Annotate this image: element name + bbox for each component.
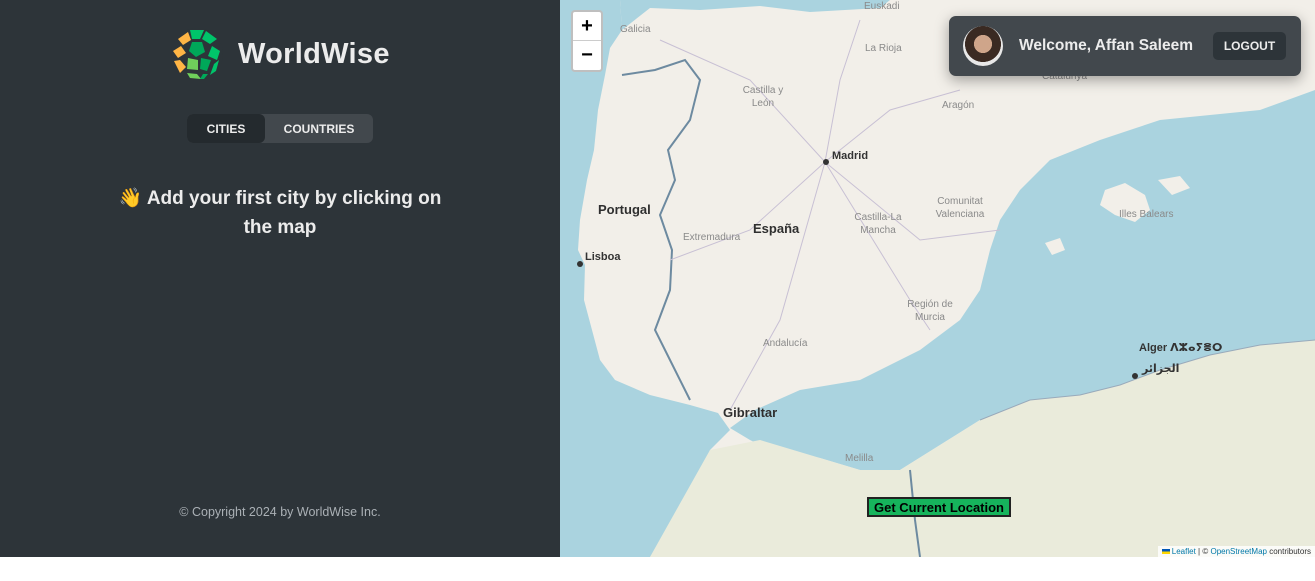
zoom-control: + − xyxy=(571,10,603,72)
attribution-contributors: contributors xyxy=(1269,547,1311,556)
zoom-out-button[interactable]: − xyxy=(573,41,601,70)
map-container[interactable]: Euskadi Galicia La Rioja Castilla y León… xyxy=(560,0,1315,557)
map-label-alger: Alger ⴷⵣⴰⵢⴻⵔ xyxy=(1139,342,1223,354)
map-tiles[interactable] xyxy=(560,0,1315,557)
ukraine-flag-icon xyxy=(1161,549,1170,554)
map-label-portugal: Portugal xyxy=(598,202,651,217)
map-label-al-jazair: الجزائر xyxy=(1142,363,1180,375)
map-label-gibraltar: Gibraltar xyxy=(723,405,778,420)
app-logo[interactable]: WorldWise xyxy=(170,27,390,81)
welcome-text: Welcome, Affan Saleem xyxy=(1019,37,1194,54)
city-marker-madrid xyxy=(823,159,829,165)
map-label-lisboa: Lisboa xyxy=(585,251,621,263)
leaflet-link[interactable]: Leaflet xyxy=(1172,547,1196,556)
map-label-madrid: Madrid xyxy=(832,150,869,162)
city-marker-lisboa xyxy=(577,261,583,267)
tab-countries[interactable]: COUNTRIES xyxy=(265,114,373,143)
map-label-galicia: Galicia xyxy=(620,24,651,35)
sidebar: WorldWise CITIES COUNTRIES 👋 Add your fi… xyxy=(0,0,560,557)
attribution-separator: | © xyxy=(1198,547,1209,556)
worldwise-logo-icon xyxy=(171,28,223,80)
map-label-andalucia: Andalucía xyxy=(763,338,808,349)
city-marker-alger xyxy=(1132,373,1138,379)
get-current-location-button[interactable]: Get Current Location xyxy=(867,497,1011,517)
map-attribution: Leaflet | © OpenStreetMap contributors xyxy=(1157,546,1315,557)
tab-cities[interactable]: CITIES xyxy=(187,114,265,143)
empty-cities-message: 👋 Add your first city by clicking on the… xyxy=(118,188,442,238)
openstreetmap-link[interactable]: OpenStreetMap xyxy=(1210,547,1266,556)
zoom-in-button[interactable]: + xyxy=(573,12,601,41)
map-label-valenciana: Comunitat Valenciana xyxy=(935,196,985,220)
avatar xyxy=(963,26,1003,66)
map-label-euskadi: Euskadi xyxy=(864,1,900,12)
map-label-extremadura: Extremadura xyxy=(683,232,741,243)
copyright-footer: © Copyright 2024 by WorldWise Inc. xyxy=(179,505,381,519)
map-label-castilla-la-mancha: Castilla-La Mancha xyxy=(854,212,902,236)
map-label-espana: España xyxy=(753,221,800,236)
logout-button[interactable]: LOGOUT xyxy=(1213,32,1286,60)
map-label-melilla: Melilla xyxy=(845,453,874,464)
map-label-illes-balears: Illes Balears xyxy=(1119,209,1174,220)
map-label-la-rioja: La Rioja xyxy=(865,43,902,54)
view-tabs: CITIES COUNTRIES xyxy=(187,114,373,143)
map-label-castilla-leon: Castilla y León xyxy=(742,85,784,109)
user-panel: Welcome, Affan Saleem LOGOUT xyxy=(949,16,1301,76)
map-label-aragon: Aragón xyxy=(942,100,975,111)
map-label-murcia: Región de Murcia xyxy=(907,299,953,323)
app-name: WorldWise xyxy=(238,37,390,70)
